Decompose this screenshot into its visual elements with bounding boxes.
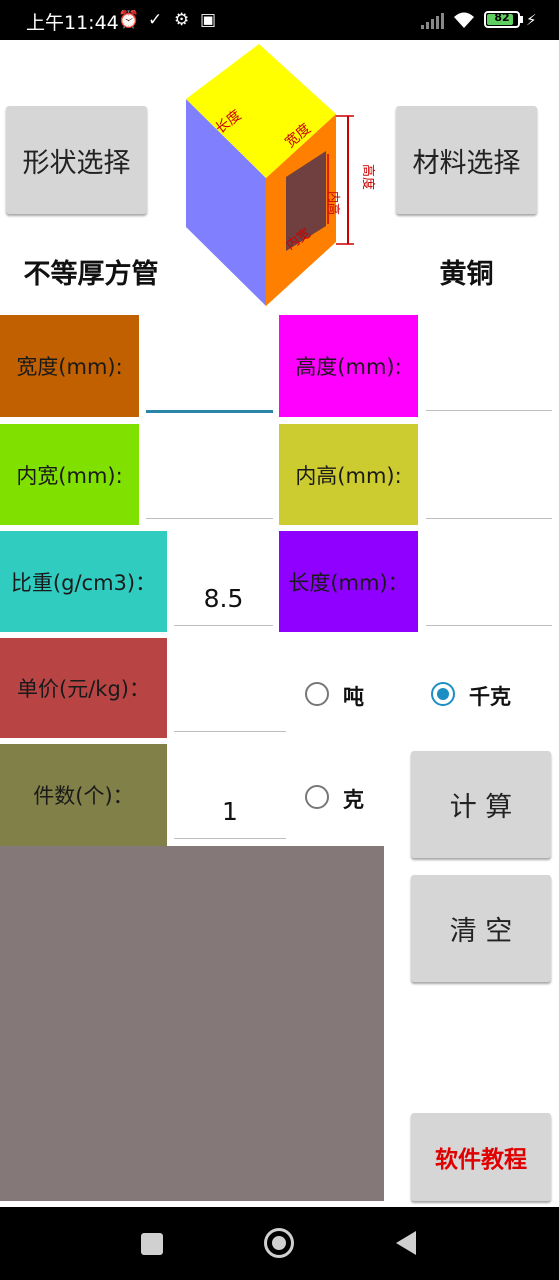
back-icon[interactable]: [394, 1230, 418, 1256]
result-area: [0, 846, 384, 1201]
shape-select-button[interactable]: 形状选择: [6, 106, 147, 214]
tutorial-label: 软件教程: [435, 1147, 527, 1173]
material-select-label: 材料选择: [412, 147, 521, 179]
count-label: 件数(个)：: [0, 744, 167, 846]
gear-icon: ⚙: [174, 10, 190, 30]
status-time: 上午11:44: [26, 12, 119, 34]
home-icon[interactable]: [264, 1228, 294, 1258]
material-select-button[interactable]: 材料选择: [396, 106, 537, 214]
signal-icon: [421, 13, 444, 29]
battery-icon: 82: [484, 11, 520, 28]
unit-ton-radio[interactable]: [305, 682, 329, 706]
shape-diagram: 长度 宽度 高度 内高 内宽: [186, 44, 376, 306]
shape-value: 不等厚方管: [23, 259, 159, 290]
height-label: 高度(mm):: [279, 315, 418, 417]
unit-kg-radio[interactable]: [431, 682, 455, 706]
length-input[interactable]: [426, 545, 552, 626]
unit-ton-label[interactable]: 吨: [343, 681, 364, 711]
inner-height-label: 内高(mm):: [279, 424, 418, 525]
clear-button[interactable]: 清 空: [411, 875, 551, 982]
width-input[interactable]: [146, 330, 273, 413]
app-icon: ▣: [200, 10, 217, 30]
inner-width-label: 内宽(mm):: [0, 424, 139, 525]
unit-gram-radio[interactable]: [305, 785, 329, 809]
height-input[interactable]: [426, 330, 552, 411]
check-icon: ✓: [148, 10, 163, 30]
alarm-off-icon: ⏰: [118, 10, 140, 30]
battery-level: 82: [494, 11, 510, 24]
inner-width-input[interactable]: [146, 438, 273, 519]
price-input[interactable]: [174, 651, 286, 732]
diagram-inner-height-label: 内高: [327, 191, 342, 215]
unit-kg-label[interactable]: 千克: [469, 681, 511, 711]
shape-select-label: 形状选择: [22, 147, 131, 179]
price-label: 单价(元/kg)：: [0, 638, 167, 738]
recent-apps-icon[interactable]: [141, 1233, 163, 1255]
calculate-button[interactable]: 计 算: [411, 751, 551, 858]
tutorial-button[interactable]: 软件教程: [411, 1113, 551, 1201]
material-value: 黄铜: [439, 259, 494, 290]
count-input[interactable]: 1: [174, 758, 286, 839]
calculate-label: 计 算: [449, 792, 513, 823]
charging-icon: ⚡: [526, 11, 537, 29]
unit-gram-label[interactable]: 克: [343, 784, 364, 814]
wifi-icon: [454, 12, 474, 28]
status-bar: 上午11:44 ⏰ ✓ ⚙ ▣ 82 ⚡: [0, 0, 559, 40]
density-label: 比重(g/cm3)：: [0, 531, 167, 632]
navigation-bar: [0, 1207, 559, 1280]
inner-height-input[interactable]: [426, 438, 552, 519]
length-label: 长度(mm)：: [279, 531, 418, 632]
width-label: 宽度(mm):: [0, 315, 139, 417]
clear-label: 清 空: [449, 916, 513, 947]
density-input[interactable]: 8.5: [174, 545, 273, 626]
battery-tip: [520, 16, 523, 23]
diagram-height-label: 高度: [360, 164, 376, 190]
